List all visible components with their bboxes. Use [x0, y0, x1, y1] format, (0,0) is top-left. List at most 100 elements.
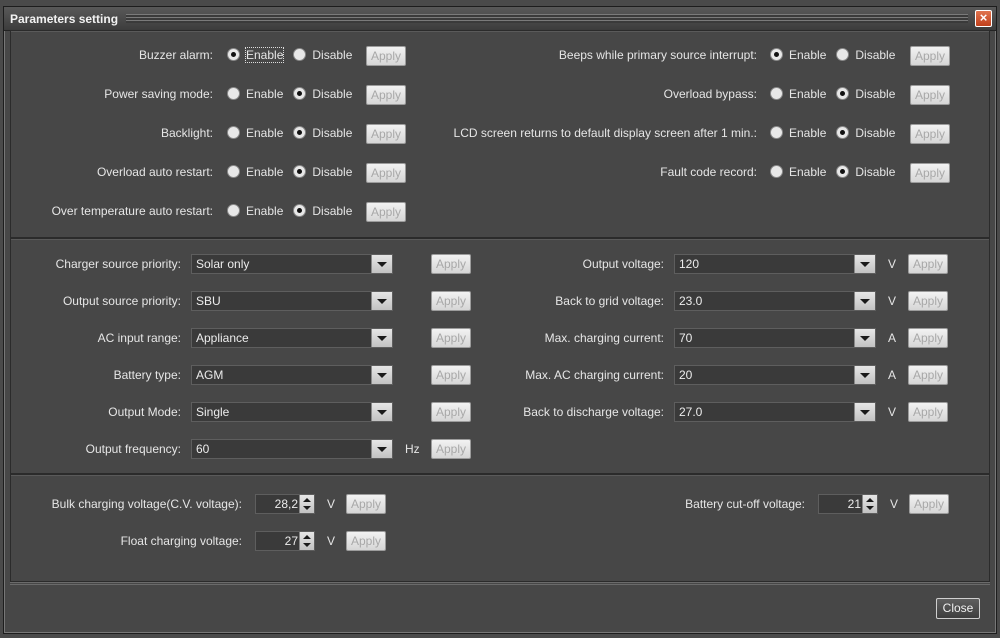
chevron-down-icon[interactable] — [371, 292, 392, 310]
enable-radio[interactable] — [770, 48, 783, 62]
chevron-down-icon[interactable] — [854, 255, 875, 273]
toggle-settings-panel: Buzzer alarm: Enable Disable Apply Power … — [10, 30, 990, 238]
spinner-label: Bulk charging voltage(C.V. voltage): — [51, 497, 242, 511]
stepper-up-icon[interactable] — [303, 498, 311, 502]
select-dropdown[interactable]: AGM — [191, 365, 393, 385]
disable-radio[interactable] — [836, 165, 850, 179]
chevron-down-icon[interactable] — [371, 440, 392, 458]
close-window-icon[interactable]: × — [975, 10, 992, 27]
stepper-down-icon[interactable] — [303, 543, 311, 547]
apply-button[interactable]: Apply — [908, 402, 948, 422]
select-dropdown[interactable]: Solar only — [191, 254, 393, 274]
chevron-down-icon[interactable] — [371, 403, 392, 421]
select-value: Single — [196, 405, 230, 419]
enable-radio[interactable] — [770, 126, 783, 140]
stepper-up-icon[interactable] — [866, 498, 874, 502]
titlebar-grip — [126, 14, 968, 23]
select-dropdown[interactable]: SBU — [191, 291, 393, 311]
chevron-down-icon[interactable] — [854, 329, 875, 347]
select-label: Output Mode: — [108, 405, 181, 419]
float-voltage-stepper[interactable]: 27 — [255, 531, 315, 551]
chevron-down-icon[interactable] — [854, 403, 875, 421]
select-dropdown[interactable]: 27.0 — [674, 402, 876, 422]
stepper-buttons[interactable] — [299, 532, 314, 550]
disable-radio[interactable] — [293, 48, 307, 62]
enable-radio[interactable] — [770, 87, 783, 101]
select-value: 70 — [679, 331, 693, 345]
enable-label: Enable — [246, 125, 284, 140]
select-label: AC input range: — [97, 331, 181, 345]
select-label: Output voltage: — [582, 257, 664, 271]
select-dropdown[interactable]: Single — [191, 402, 393, 422]
disable-label: Disable — [312, 164, 353, 179]
apply-button[interactable]: Apply — [366, 202, 406, 222]
apply-button[interactable]: Apply — [910, 124, 950, 144]
select-dropdown[interactable]: 70 — [674, 328, 876, 348]
toggle-label: LCD screen returns to default display sc… — [453, 126, 757, 140]
disable-radio[interactable] — [836, 87, 850, 101]
chevron-down-icon[interactable] — [371, 329, 392, 347]
disable-radio[interactable] — [293, 87, 307, 101]
enable-radio[interactable] — [227, 204, 240, 218]
enable-label: Enable — [789, 125, 827, 140]
select-dropdown[interactable]: 120 — [674, 254, 876, 274]
stepper-buttons[interactable] — [299, 495, 314, 513]
toggle-radio-group: Enable Disable — [227, 164, 362, 180]
unit-label: V — [327, 497, 336, 511]
apply-button[interactable]: Apply — [908, 291, 948, 311]
disable-label: Disable — [855, 47, 896, 62]
select-label: Output source priority: — [62, 294, 181, 308]
select-value: 20 — [679, 368, 693, 382]
toggle-label: Overload bypass: — [663, 87, 757, 101]
apply-button[interactable]: Apply — [910, 46, 950, 66]
chevron-down-icon[interactable] — [371, 255, 392, 273]
stepper-value: 21 — [847, 497, 861, 511]
dialog-titlebar[interactable]: Parameters setting × — [4, 7, 996, 31]
unit-label: V — [888, 294, 897, 308]
disable-radio[interactable] — [836, 48, 850, 62]
disable-radio[interactable] — [293, 165, 307, 179]
apply-button[interactable]: Apply — [346, 531, 386, 551]
unit-label: V — [888, 405, 897, 419]
apply-button[interactable]: Apply — [910, 85, 950, 105]
toggle-radio-group: Enable Disable — [227, 46, 362, 63]
enable-radio[interactable] — [227, 165, 240, 179]
select-dropdown[interactable]: 20 — [674, 365, 876, 385]
apply-button[interactable]: Apply — [431, 439, 471, 459]
disable-radio[interactable] — [293, 126, 307, 140]
select-dropdown[interactable]: 60 — [191, 439, 393, 459]
chevron-down-icon[interactable] — [854, 292, 875, 310]
parameters-setting-dialog: Parameters setting × Buzzer alarm: Enabl… — [3, 6, 997, 634]
apply-button[interactable]: Apply — [346, 494, 386, 514]
unit-label: V — [888, 257, 897, 271]
enable-label: Enable — [789, 164, 827, 179]
apply-button[interactable]: Apply — [908, 328, 948, 348]
disable-radio[interactable] — [836, 126, 850, 140]
disable-radio[interactable] — [293, 204, 307, 218]
enable-radio[interactable] — [227, 126, 240, 140]
close-button[interactable]: Close — [936, 598, 980, 619]
enable-radio[interactable] — [227, 87, 240, 101]
stepper-down-icon[interactable] — [303, 506, 311, 510]
bulk-voltage-stepper[interactable]: 28,2 — [255, 494, 315, 514]
select-label: Max. AC charging current: — [525, 368, 664, 382]
stepper-buttons[interactable] — [862, 495, 877, 513]
select-dropdown[interactable]: 23.0 — [674, 291, 876, 311]
apply-button[interactable]: Apply — [909, 494, 949, 514]
select-dropdown[interactable]: Appliance — [191, 328, 393, 348]
select-value: 23.0 — [679, 294, 703, 308]
cutoff-voltage-stepper[interactable]: 21 — [818, 494, 878, 514]
apply-button[interactable]: Apply — [908, 254, 948, 274]
chevron-down-icon[interactable] — [371, 366, 392, 384]
select-value: SBU — [196, 294, 221, 308]
apply-button[interactable]: Apply — [910, 163, 950, 183]
stepper-down-icon[interactable] — [866, 506, 874, 510]
enable-radio[interactable] — [227, 48, 240, 62]
dialog-title: Parameters setting — [10, 12, 119, 26]
chevron-down-icon[interactable] — [854, 366, 875, 384]
enable-radio[interactable] — [770, 165, 783, 179]
select-label: Output frequency: — [85, 442, 181, 456]
stepper-up-icon[interactable] — [303, 535, 311, 539]
select-value: 120 — [679, 257, 700, 271]
apply-button[interactable]: Apply — [908, 365, 948, 385]
